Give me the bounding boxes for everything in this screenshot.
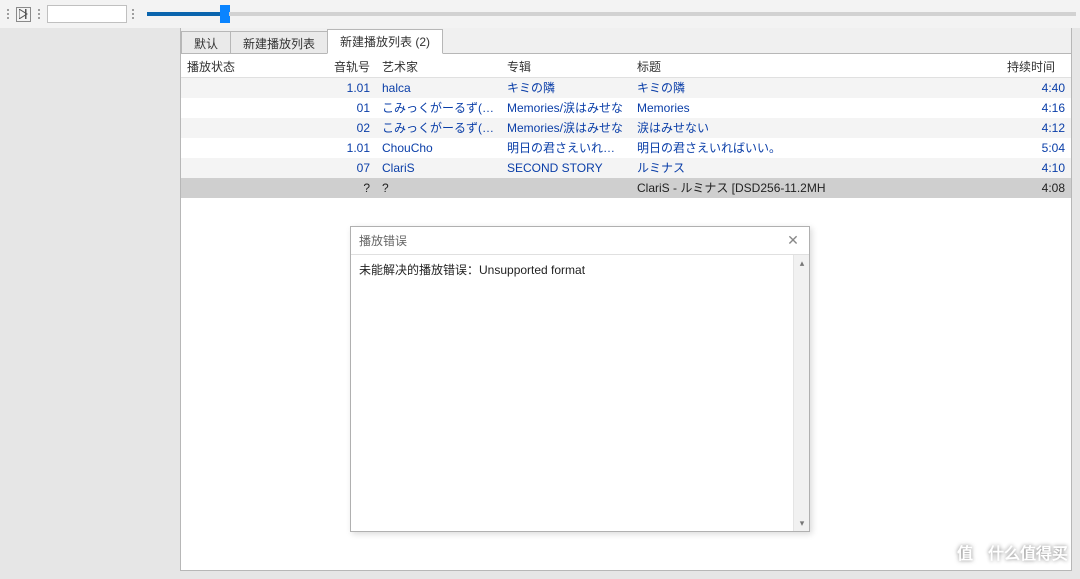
- cell-status: [181, 138, 291, 158]
- cell-album: Memories/涙はみせな: [501, 98, 631, 118]
- error-dialog-body: 未能解决的播放错误：Unsupported format ▴ ▾: [351, 255, 809, 531]
- cell-album: [501, 178, 631, 198]
- col-header-status[interactable]: 播放状态: [181, 54, 291, 77]
- watermark: 值 什么值得买: [948, 535, 1068, 569]
- playlist-row[interactable]: 02こみっくがーるず(赤...Memories/涙はみせな涙はみせない4:12: [181, 118, 1071, 138]
- col-header-duration[interactable]: 持续时间: [1001, 54, 1071, 77]
- cell-track: ?: [291, 178, 376, 198]
- playlist-row[interactable]: 07ClariSSECOND STORYルミナス4:10: [181, 158, 1071, 178]
- cell-track: 07: [291, 158, 376, 178]
- cell-status: [181, 178, 291, 198]
- cell-album: キミの隣: [501, 78, 631, 98]
- seek-remaining: [229, 12, 1076, 16]
- cell-track: 01: [291, 98, 376, 118]
- cell-artist: ?: [376, 178, 501, 198]
- cell-artist: halca: [376, 78, 501, 98]
- stop-icon: [19, 9, 29, 19]
- cell-album: SECOND STORY: [501, 158, 631, 178]
- seek-slider[interactable]: [147, 4, 1076, 24]
- toolbar-grip-3[interactable]: [129, 4, 137, 24]
- playlist-row[interactable]: ?? ClariS - ルミナス [DSD256-11.2MH4:08: [181, 178, 1071, 198]
- playlist-row[interactable]: 01こみっくがーるず(赤...Memories/涙はみせなMemories4:1…: [181, 98, 1071, 118]
- cell-duration: 4:40: [1001, 78, 1071, 98]
- cell-title: ClariS - ルミナス [DSD256-11.2MH: [631, 178, 1001, 198]
- cell-artist: こみっくがーるず(赤...: [376, 98, 501, 118]
- error-dialog-title: 播放错误: [359, 232, 407, 249]
- cell-title: Memories: [631, 98, 1001, 118]
- toolbar-grip-2[interactable]: [35, 4, 43, 24]
- cell-status: [181, 78, 291, 98]
- col-header-artist[interactable]: 艺术家: [376, 54, 501, 77]
- cell-duration: 4:12: [1001, 118, 1071, 138]
- cell-duration: 5:04: [1001, 138, 1071, 158]
- player-toolbar: [0, 0, 1080, 28]
- side-panel: [0, 28, 180, 579]
- playlist-tabs: 默认 新建播放列表 新建播放列表 (2): [181, 28, 1071, 54]
- seek-progress: [147, 12, 222, 16]
- cell-status: [181, 98, 291, 118]
- watermark-text: 什么值得买: [988, 540, 1068, 564]
- error-dialog[interactable]: 播放错误 ✕ 未能解决的播放错误：Unsupported format ▴ ▾: [350, 226, 810, 532]
- cell-track: 1.01: [291, 138, 376, 158]
- col-header-title[interactable]: 标题: [631, 54, 1001, 77]
- cell-duration: 4:10: [1001, 158, 1071, 178]
- playback-info-box[interactable]: [47, 5, 127, 23]
- cell-album: Memories/涙はみせな: [501, 118, 631, 138]
- col-header-track[interactable]: 音轨号: [291, 54, 376, 77]
- scroll-down-icon[interactable]: ▾: [794, 515, 809, 531]
- toolbar-grip[interactable]: [4, 4, 12, 24]
- playlist-row[interactable]: 1.01halcaキミの隣キミの隣4:40: [181, 78, 1071, 98]
- watermark-badge: 值: [948, 535, 982, 569]
- error-dialog-titlebar[interactable]: 播放错误 ✕: [351, 227, 809, 255]
- tab-new-playlist[interactable]: 新建播放列表: [230, 31, 328, 53]
- cell-artist: こみっくがーるず(赤...: [376, 118, 501, 138]
- stop-button[interactable]: [16, 7, 31, 22]
- cell-duration: 4:16: [1001, 98, 1071, 118]
- cell-title: ルミナス: [631, 158, 1001, 178]
- close-icon[interactable]: ✕: [785, 233, 801, 249]
- error-dialog-message: 未能解决的播放错误：Unsupported format: [359, 261, 801, 278]
- cell-status: [181, 118, 291, 138]
- playlist-header-row: 播放状态 音轨号 艺术家 专辑 标题 持续时间: [181, 54, 1071, 78]
- cell-album: 明日の君さえいればい: [501, 138, 631, 158]
- tab-new-playlist-2[interactable]: 新建播放列表 (2): [327, 29, 443, 54]
- cell-track: 1.01: [291, 78, 376, 98]
- cell-title: 涙はみせない: [631, 118, 1001, 138]
- playlist-row[interactable]: 1.01ChouCho明日の君さえいればい明日の君さえいればいい。5:04: [181, 138, 1071, 158]
- cell-artist: ChouCho: [376, 138, 501, 158]
- tab-default[interactable]: 默认: [181, 31, 231, 53]
- cell-track: 02: [291, 118, 376, 138]
- scroll-up-icon[interactable]: ▴: [794, 255, 809, 271]
- dialog-scrollbar[interactable]: ▴ ▾: [793, 255, 809, 531]
- cell-title: キミの隣: [631, 78, 1001, 98]
- cell-status: [181, 158, 291, 178]
- cell-artist: ClariS: [376, 158, 501, 178]
- cell-duration: 4:08: [1001, 178, 1071, 198]
- cell-title: 明日の君さえいればいい。: [631, 138, 1001, 158]
- playlist-rows: 1.01halcaキミの隣キミの隣4:4001こみっくがーるず(赤...Memo…: [181, 78, 1071, 198]
- col-header-album[interactable]: 专辑: [501, 54, 631, 77]
